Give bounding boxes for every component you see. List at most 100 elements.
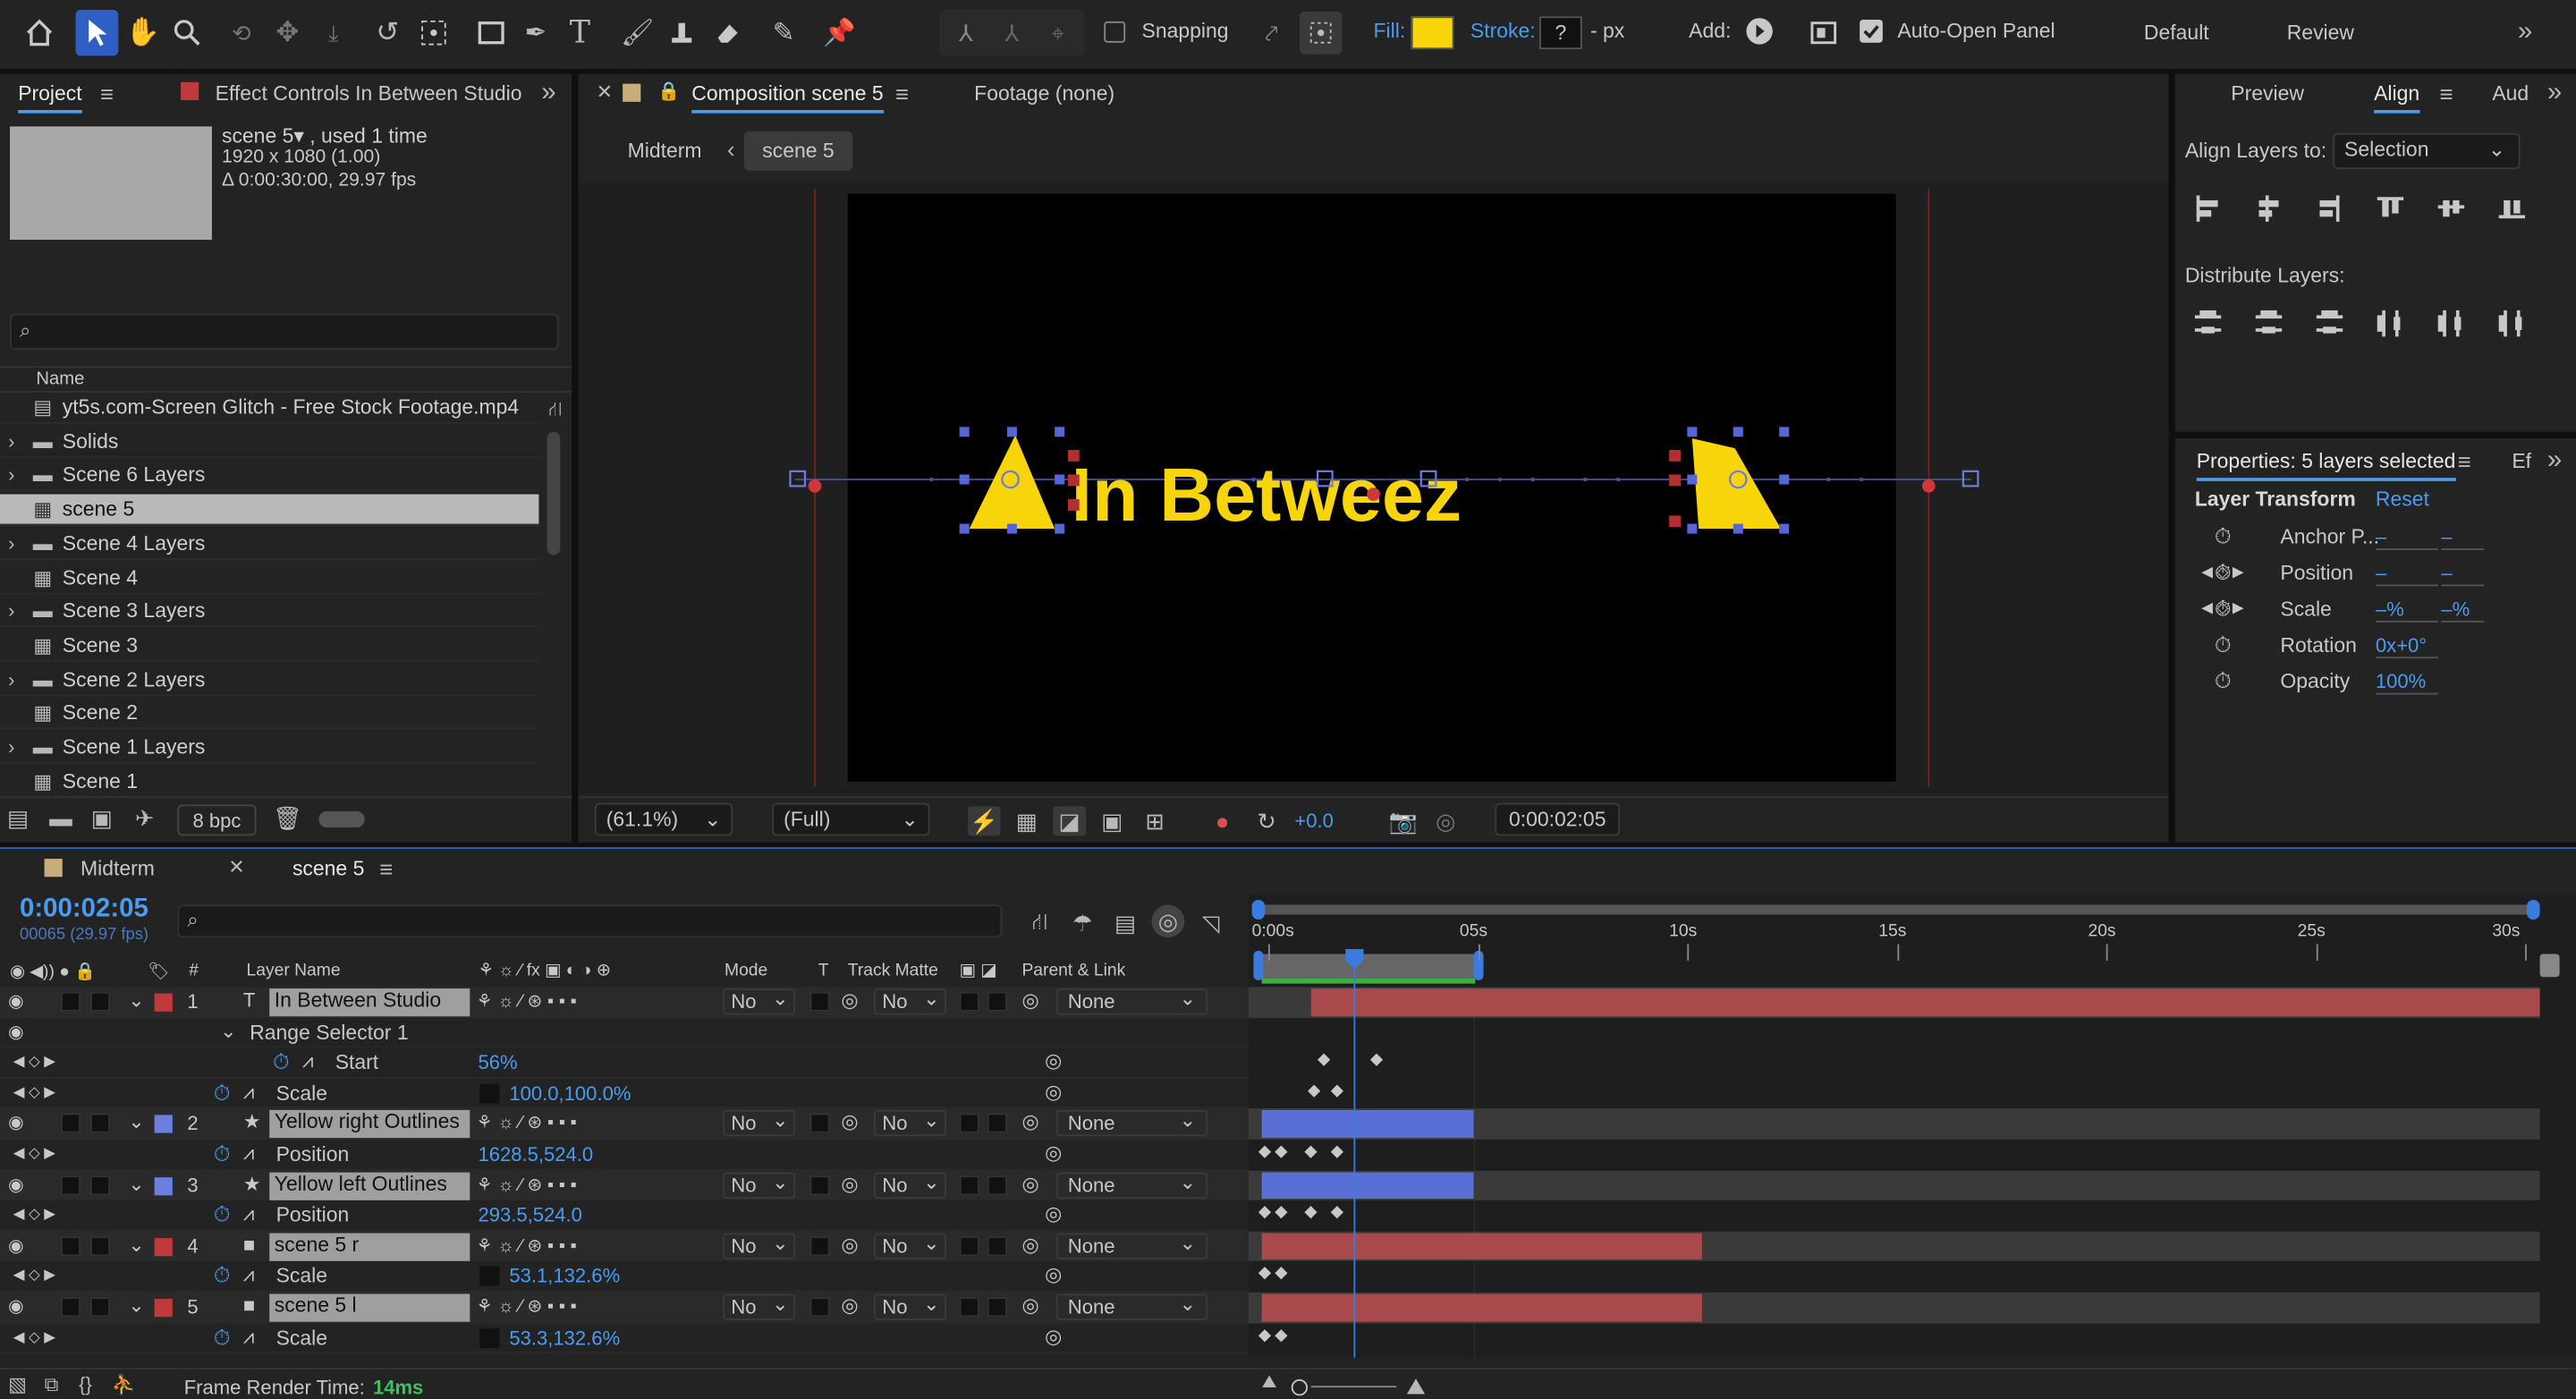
pickwhip-icon[interactable]: ◎ xyxy=(841,1294,858,1318)
blend-mode-dropdown[interactable]: No ⌄ xyxy=(723,1231,795,1259)
visibility-eye-icon[interactable]: ◉ xyxy=(8,1295,24,1317)
property-value-1[interactable]: –% xyxy=(2375,598,2438,623)
panel-icon[interactable] xyxy=(1807,16,1840,49)
list-item[interactable]: › ▬ Scene 2 Layers xyxy=(0,665,539,696)
tab-effect-controls[interactable]: Effect Controls In Between Studio xyxy=(216,82,522,106)
chevron-down-icon[interactable]: ⌄ xyxy=(128,1111,144,1134)
graph-icon[interactable]: ⩘ xyxy=(243,1325,254,1350)
property-value-2[interactable]: – xyxy=(2441,562,2485,587)
viewer-timecode[interactable]: 0:00:02:05 xyxy=(1495,802,1621,836)
layer-row[interactable]: ◉ ⌄ 1 T In Between Studio ⚘ ☼ ⁄ ⊛ ▪ ▪ ▪ No ⌄ ◎ No… xyxy=(0,987,1249,1018)
layer-name[interactable]: Yellow right Outlines xyxy=(269,1110,470,1139)
puppet-pin-icon[interactable]: 📌 xyxy=(821,15,857,51)
blend-mode-dropdown[interactable]: No ⌄ xyxy=(723,1109,795,1138)
keyframe-icon[interactable]: ◆ xyxy=(1258,1204,1271,1222)
layer-row[interactable]: ◉ ⌄ 5 ■ scene 5 l ⚘ ☼ ⁄ ⊛ ▪ ▪ ▪ No ⌄ ◎ No ⌄ ◎ None ⌄ xyxy=(0,1292,1249,1323)
stopwatch-icon[interactable]: ⏱ xyxy=(2215,632,2232,658)
list-item[interactable]: ▦ Scene 3 xyxy=(0,631,539,662)
roto-brush-icon[interactable]: ✎ xyxy=(766,15,801,51)
tab-project[interactable]: Project xyxy=(18,82,82,114)
keyframe-icon[interactable]: ◆ xyxy=(1275,1265,1287,1283)
home-icon[interactable] xyxy=(20,15,59,51)
keyframe-icon[interactable]: ◆ xyxy=(1308,1081,1320,1099)
visibility-eye-icon[interactable]: ◉ xyxy=(8,990,24,1012)
clone-stamp-icon[interactable] xyxy=(664,15,699,51)
keyframe-icon[interactable]: ◆ xyxy=(1331,1081,1343,1099)
keyframe-icon[interactable]: ◆ xyxy=(1258,1265,1271,1283)
zoom-out-icon[interactable]: ⛰ xyxy=(1262,1373,1277,1395)
keyframe-nav-icon[interactable]: ◀ ◇ ▶ xyxy=(13,1083,55,1101)
more-tabs-icon[interactable]: » xyxy=(536,79,562,108)
pan-camera-icon[interactable]: ✥ xyxy=(269,15,305,51)
track-matte-header[interactable]: Track Matte xyxy=(848,961,938,980)
layer-name[interactable]: scene 5 l xyxy=(269,1293,470,1322)
align-bottom-icon[interactable] xyxy=(2496,192,2529,225)
layer-name[interactable]: scene 5 r xyxy=(269,1233,470,1261)
expand-arrow-icon[interactable]: › xyxy=(4,531,20,555)
property-value-1[interactable]: – xyxy=(2375,525,2438,550)
matte-invert-toggle[interactable] xyxy=(987,991,1007,1012)
new-folder-icon[interactable]: ▬ xyxy=(46,804,75,830)
auto-open-checkbox[interactable] xyxy=(1860,20,1883,43)
property-row[interactable]: ◀ ◇ ▶ ⏱ ⩘ Position 293.5,524.0 ◎ xyxy=(0,1200,1249,1232)
align-hcenter-icon[interactable] xyxy=(2252,192,2285,225)
keyframe-nav-icon[interactable]: ◀ ◇ ▶ xyxy=(13,1206,55,1224)
adjust-project-icon[interactable]: ✈ xyxy=(130,804,159,830)
list-item[interactable]: ▦ Scene 4 xyxy=(0,563,539,594)
distribute-right-icon[interactable] xyxy=(2496,307,2529,340)
layer-duration-bar[interactable] xyxy=(1261,1233,1702,1260)
audio-toggle[interactable] xyxy=(60,1174,80,1195)
close-tab-icon[interactable]: ✕ xyxy=(595,81,614,104)
expand-arrow-icon[interactable]: › xyxy=(4,667,20,691)
layer-duration-bar[interactable] xyxy=(1261,1171,1474,1200)
add-menu-button[interactable] xyxy=(1746,18,1773,45)
list-item[interactable]: ▦ scene 5 xyxy=(0,494,539,526)
blend-mode-dropdown[interactable]: No ⌄ xyxy=(723,1293,795,1320)
property-value[interactable]: 53.1,132.6% xyxy=(509,1265,620,1288)
navigator-end-handle[interactable] xyxy=(2526,899,2540,920)
audio-toggle[interactable] xyxy=(60,1235,80,1256)
visibility-eye-icon[interactable]: ◉ xyxy=(8,1112,24,1133)
stopwatch-icon[interactable]: ⏱ xyxy=(214,1202,231,1228)
trash-icon[interactable]: 🗑 xyxy=(273,804,302,830)
lock-icon[interactable]: 🔒 xyxy=(657,79,680,102)
layer-switches[interactable]: ⚘ ☼ ⁄ ⊛ ▪ ▪ ▪ xyxy=(477,1234,577,1256)
tab-properties[interactable]: Properties: 5 layers selected xyxy=(2196,450,2456,481)
label-column-icon[interactable]: 🏷 xyxy=(148,961,170,982)
quality-dropdown[interactable]: (Full) ⌄ xyxy=(772,802,930,836)
keyframe-icon[interactable]: ◆ xyxy=(1258,1326,1271,1344)
preserve-transparency-toggle[interactable] xyxy=(809,1174,830,1195)
expand-arrow-icon[interactable]: › xyxy=(4,463,20,487)
expand-arrow-icon[interactable]: › xyxy=(4,599,20,623)
more-tabs-icon[interactable]: » xyxy=(2543,446,2566,476)
property-value[interactable]: 53.3,132.6% xyxy=(509,1326,620,1349)
stopwatch-icon[interactable]: ⏱ xyxy=(214,1081,231,1106)
matte-toggle[interactable] xyxy=(959,1297,979,1318)
keyframe-nav-icon[interactable]: ◀ ◇ ▶ xyxy=(13,1327,55,1345)
keyframe-nav-icon[interactable]: ◀ ◇ ▶ xyxy=(13,1053,55,1071)
property-value-1[interactable]: 0x+0° xyxy=(2375,634,2438,659)
blend-mode-dropdown[interactable]: No ⌄ xyxy=(723,987,795,1015)
property-value[interactable]: 1628.5,524.0 xyxy=(478,1143,593,1166)
pickwhip-icon[interactable]: ◎ xyxy=(841,1172,858,1195)
hand-tool-icon[interactable]: ✋ xyxy=(125,15,161,51)
keyframe-icon[interactable]: ◆ xyxy=(1318,1051,1330,1069)
layer-label-color[interactable] xyxy=(154,993,173,1012)
layer-name[interactable]: Yellow left Outlines xyxy=(269,1171,470,1200)
audio-toggle[interactable] xyxy=(60,1114,80,1134)
mask-visibility-icon[interactable]: ◪ xyxy=(1053,806,1087,836)
expression-pickwhip-icon[interactable]: ◎ xyxy=(1045,1141,1062,1165)
keyframe-icon[interactable]: ◆ xyxy=(1304,1143,1317,1161)
matte-toggle[interactable] xyxy=(959,991,979,1012)
graph-icon[interactable]: ⩘ xyxy=(302,1049,313,1074)
layer-row[interactable]: ◉ ⌄ 4 ■ scene 5 r ⚘ ☼ ⁄ ⊛ ▪ ▪ ▪ No ⌄ ◎ No ⌄ ◎ None ⌄ xyxy=(0,1231,1249,1262)
list-item[interactable]: › ▬ Scene 1 Layers xyxy=(0,733,539,764)
stopwatch-icon[interactable]: ⏱ xyxy=(2215,596,2232,622)
comp-marker-bin[interactable] xyxy=(2539,954,2560,978)
preserve-transparency-toggle[interactable] xyxy=(809,1114,830,1134)
rectangle-tool-icon[interactable] xyxy=(473,15,509,51)
tab-preview[interactable]: Preview xyxy=(2231,82,2304,106)
parent-dropdown[interactable]: None ⌄ xyxy=(1056,1293,1208,1320)
blend-mode-dropdown[interactable]: No ⌄ xyxy=(723,1170,795,1199)
list-item[interactable]: › ▬ Scene 3 Layers xyxy=(0,597,539,628)
